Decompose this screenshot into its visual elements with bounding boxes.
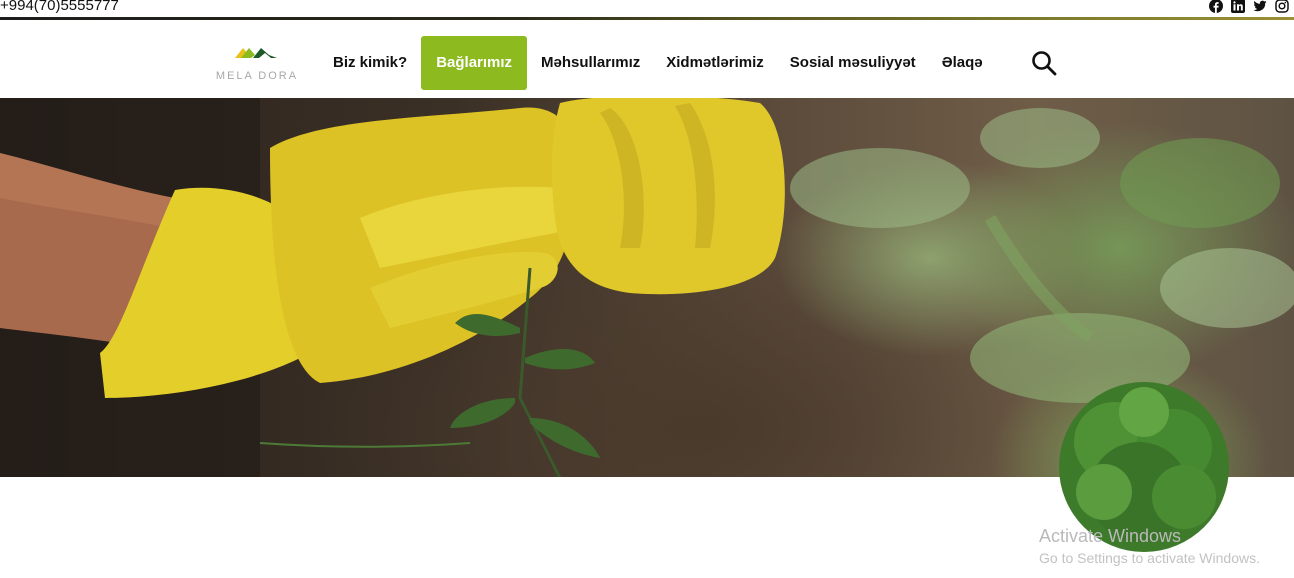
nav-item-xidmetlerimiz[interactable]: Xidmətlərimiz	[653, 36, 777, 90]
instagram-icon[interactable]	[1275, 0, 1289, 13]
social-links	[1209, 0, 1289, 13]
phone-number[interactable]: +994(70)5555777	[0, 0, 119, 14]
facebook-icon[interactable]	[1209, 0, 1223, 13]
activate-windows-title: Activate Windows	[1039, 526, 1182, 546]
site-logo[interactable]: MELA DORA	[211, 44, 303, 82]
nav-item-biz-kimik[interactable]: Biz kimik?	[320, 36, 420, 90]
nav-item-elaqe[interactable]: Əlaqə	[929, 36, 996, 90]
linkedin-icon[interactable]	[1231, 0, 1245, 13]
nav-item-sosial-mesuliyyet[interactable]: Sosial məsuliyyət	[777, 36, 929, 90]
top-bar: +994(70)5555777	[0, 0, 1294, 17]
activate-windows-subtitle: Go to Settings to activate Windows.	[1039, 550, 1260, 566]
nav-item-mehsullarimiz[interactable]: Məhsullarımız	[528, 36, 653, 90]
main-navigation: MELA DORA Biz kimik? Bağlarımız Məhsulla…	[0, 20, 1294, 98]
twitter-icon[interactable]	[1253, 0, 1267, 13]
search-icon[interactable]	[1031, 50, 1057, 76]
logo-mark-icon	[235, 48, 277, 58]
nav-menu: Biz kimik? Bağlarımız Məhsullarımız Xidm…	[320, 36, 996, 90]
logo-text: MELA DORA	[215, 70, 299, 82]
nav-item-baglarimiz[interactable]: Bağlarımız	[421, 36, 528, 90]
